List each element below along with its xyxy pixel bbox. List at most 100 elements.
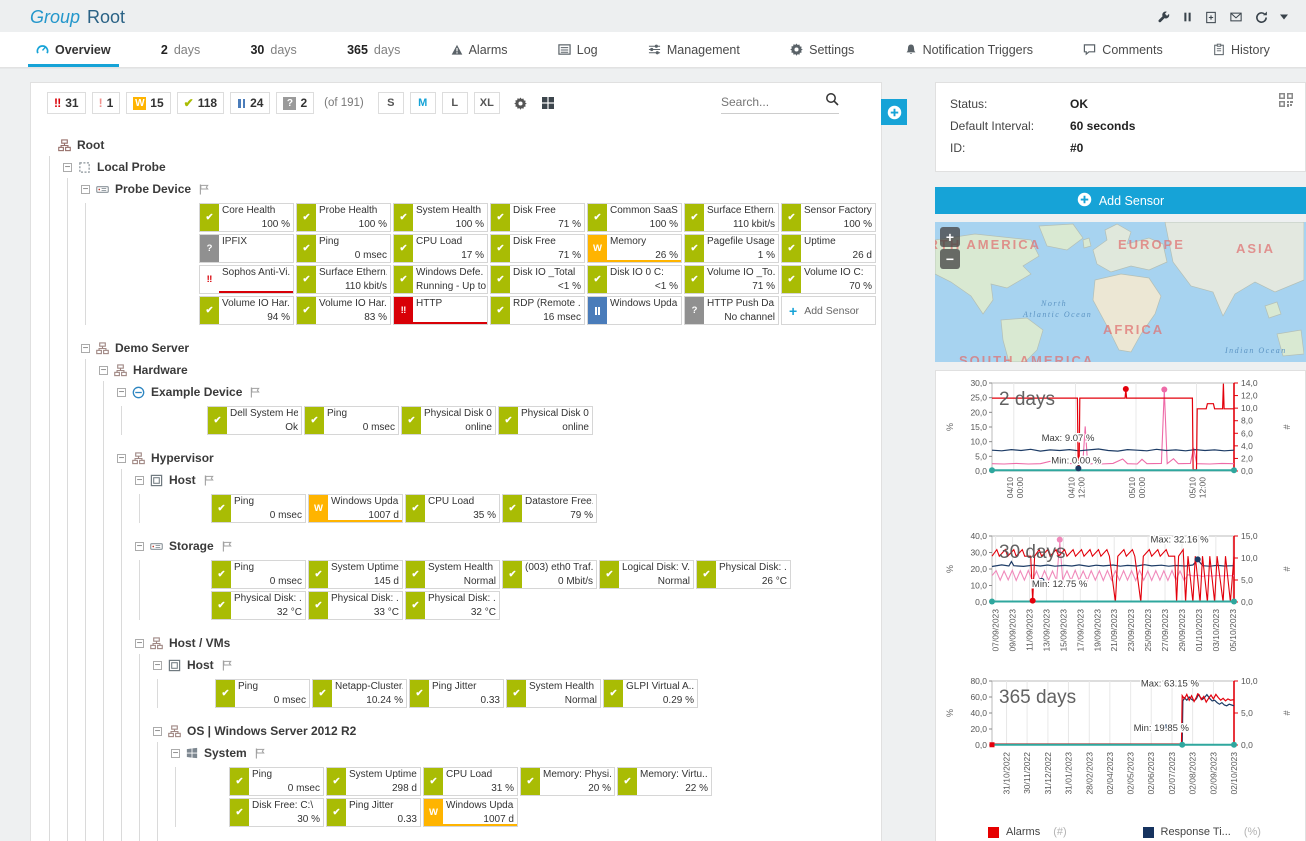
- sensor-tile[interactable]: ✔Ping0 msec: [211, 560, 306, 589]
- caret-icon[interactable]: [1280, 14, 1288, 20]
- tab-settings[interactable]: Settings: [790, 32, 854, 67]
- map-zoom-out-button[interactable]: −: [940, 249, 960, 269]
- sensor-tile[interactable]: ✔Volume IO _To...71 %: [684, 265, 779, 294]
- sensor-tile[interactable]: ✔Disk Free71 %: [490, 203, 585, 232]
- sensor-tile[interactable]: ✔Dell System He...Ok: [207, 406, 302, 435]
- sensor-count-warning[interactable]: W15: [126, 92, 170, 114]
- add-sensor-tile[interactable]: +Add Sensor: [781, 296, 876, 325]
- size-button-l[interactable]: L: [442, 92, 468, 114]
- add-sensor-button[interactable]: Add Sensor: [935, 187, 1306, 214]
- sensor-tile[interactable]: ✔Probe Health100 %: [296, 203, 391, 232]
- sensor-tile[interactable]: ✔Volume IO Har...94 %: [199, 296, 294, 325]
- sensor-tile[interactable]: ✔System Uptime145 d: [308, 560, 403, 589]
- collapse-icon[interactable]: −: [135, 639, 144, 648]
- collapse-icon[interactable]: −: [153, 661, 162, 670]
- report-icon[interactable]: [1205, 11, 1217, 24]
- add-object-button[interactable]: [881, 99, 907, 125]
- sensor-tile[interactable]: ✔System HealthNormal: [506, 679, 601, 708]
- sensor-tile[interactable]: ✔Ping0 msec: [304, 406, 399, 435]
- sensor-tile[interactable]: Windows Upda...: [587, 296, 682, 325]
- collapse-icon[interactable]: −: [81, 344, 90, 353]
- sensor-tile[interactable]: ✔Logical Disk: V...Normal: [599, 560, 694, 589]
- tab-30days[interactable]: 30days: [250, 32, 296, 67]
- wrench-icon[interactable]: [1157, 11, 1170, 24]
- sensor-tile[interactable]: ✔Ping0 msec: [211, 494, 306, 523]
- sensor-tile[interactable]: ✔Physical Disk 0...online: [498, 406, 593, 435]
- sensor-tile[interactable]: ✔RDP (Remote ...16 msec: [490, 296, 585, 325]
- tree-node[interactable]: −System: [171, 742, 871, 764]
- tree-node[interactable]: −Hypervisor: [117, 447, 871, 469]
- sensor-tile[interactable]: ✔Pagefile Usage1 %: [684, 234, 779, 263]
- sensor-tile[interactable]: ✔Physical Disk: ...26 °C: [696, 560, 791, 589]
- tab-365days[interactable]: 365days: [347, 32, 400, 67]
- sensor-tile[interactable]: ✔Physical Disk: ...32 °C: [211, 591, 306, 620]
- sensor-tile[interactable]: ✔CPU Load35 %: [405, 494, 500, 523]
- sensor-tile[interactable]: WWindows Upda...1007 d: [423, 798, 518, 827]
- sensor-count-up[interactable]: ✔118: [177, 92, 224, 114]
- sensor-tile[interactable]: ‼Sophos Anti-Vi...: [199, 265, 294, 294]
- tab-notification-triggers[interactable]: Notification Triggers: [905, 32, 1033, 67]
- tree-node[interactable]: −Demo Server: [81, 337, 871, 359]
- sensor-tile[interactable]: ✔Core Health100 %: [199, 203, 294, 232]
- search-input[interactable]: [721, 95, 817, 109]
- size-button-m[interactable]: M: [410, 92, 436, 114]
- sensor-count-paused[interactable]: 24: [230, 92, 270, 114]
- sensor-tile[interactable]: ✔Ping Jitter0.33: [409, 679, 504, 708]
- collapse-icon[interactable]: −: [117, 388, 126, 397]
- collapse-icon[interactable]: −: [117, 454, 126, 463]
- tab-alarms[interactable]: Alarms: [451, 32, 508, 67]
- tree-node[interactable]: −Host: [153, 654, 871, 676]
- view-options-gear-icon[interactable]: [514, 97, 527, 110]
- sensor-tile[interactable]: ✔Physical Disk: ...33 °C: [308, 591, 403, 620]
- email-icon[interactable]: [1229, 11, 1243, 23]
- tab-management[interactable]: Management: [648, 32, 740, 67]
- sensor-tile[interactable]: ✔System Uptime298 d: [326, 767, 421, 796]
- sensor-tile[interactable]: ✔Netapp-Cluster...10.24 %: [312, 679, 407, 708]
- sensor-tile[interactable]: ✔Memory: Virtu...22 %: [617, 767, 712, 796]
- sensor-tile[interactable]: ✔System HealthNormal: [405, 560, 500, 589]
- sensor-tile[interactable]: ?HTTP Push Da...No channel: [684, 296, 779, 325]
- tree-node[interactable]: −Storage: [135, 535, 871, 557]
- sensor-tile[interactable]: ✔Physical Disk: ...32 °C: [405, 591, 500, 620]
- tab-comments[interactable]: Comments: [1083, 32, 1162, 67]
- tab-history[interactable]: History: [1213, 32, 1270, 67]
- sensor-tile[interactable]: WMemory26 %: [587, 234, 682, 263]
- tree-view-grid-icon[interactable]: [541, 96, 555, 110]
- tab-log[interactable]: Log: [558, 32, 598, 67]
- tree-node[interactable]: −OS | Windows Server 2012 R2: [153, 720, 871, 742]
- sensor-tile[interactable]: ‼HTTP: [393, 296, 488, 325]
- sensor-tile[interactable]: ✔GLPI Virtual A...0.29 %: [603, 679, 698, 708]
- collapse-icon[interactable]: −: [99, 366, 108, 375]
- sensor-tile[interactable]: ✔System Health100 %: [393, 203, 488, 232]
- sensor-tile[interactable]: ✔Uptime26 d: [781, 234, 876, 263]
- collapse-icon[interactable]: −: [153, 727, 162, 736]
- tab-overview[interactable]: Overview: [36, 32, 111, 67]
- qr-code-icon[interactable]: [1279, 93, 1293, 112]
- sensor-tile[interactable]: ✔Disk Free: C:\30 %: [229, 798, 324, 827]
- sensor-tile[interactable]: ✔Volume IO C:70 %: [781, 265, 876, 294]
- sensor-tile[interactable]: ✔CPU Load31 %: [423, 767, 518, 796]
- sensor-tile[interactable]: ✔Ping0 msec: [215, 679, 310, 708]
- search-icon[interactable]: [825, 92, 839, 111]
- tree-node[interactable]: −Example Device: [117, 381, 871, 403]
- sensor-tile[interactable]: ✔Volume IO Har...83 %: [296, 296, 391, 325]
- sensor-tile[interactable]: ✔Ping0 msec: [229, 767, 324, 796]
- sensor-tile[interactable]: ✔Common SaaS...100 %: [587, 203, 682, 232]
- sensor-tile[interactable]: ✔Datastore Free...79 %: [502, 494, 597, 523]
- collapse-icon[interactable]: −: [135, 542, 144, 551]
- sensor-tile[interactable]: ✔Surface Ethern...110 kbit/s: [296, 265, 391, 294]
- sensor-tile[interactable]: ?IPFIX: [199, 234, 294, 263]
- sensor-tile[interactable]: ✔CPU Load17 %: [393, 234, 488, 263]
- sensor-tile[interactable]: ✔Sensor Factory100 %: [781, 203, 876, 232]
- collapse-icon[interactable]: −: [81, 185, 90, 194]
- sensor-tile[interactable]: ✔Ping0 msec: [296, 234, 391, 263]
- sensor-count-down-partial[interactable]: !1: [92, 92, 121, 114]
- tab-2days[interactable]: 2days: [161, 32, 200, 67]
- sensor-count-down[interactable]: ‼31: [47, 92, 86, 114]
- pause-icon[interactable]: [1182, 11, 1193, 23]
- sensor-tile[interactable]: ✔Memory: Physi...20 %: [520, 767, 615, 796]
- sensor-tile[interactable]: ✔(003) eth0 Traf...0 Mbit/s: [502, 560, 597, 589]
- map-zoom-in-button[interactable]: +: [940, 227, 960, 247]
- collapse-icon[interactable]: −: [63, 163, 72, 172]
- size-button-xl[interactable]: XL: [474, 92, 500, 114]
